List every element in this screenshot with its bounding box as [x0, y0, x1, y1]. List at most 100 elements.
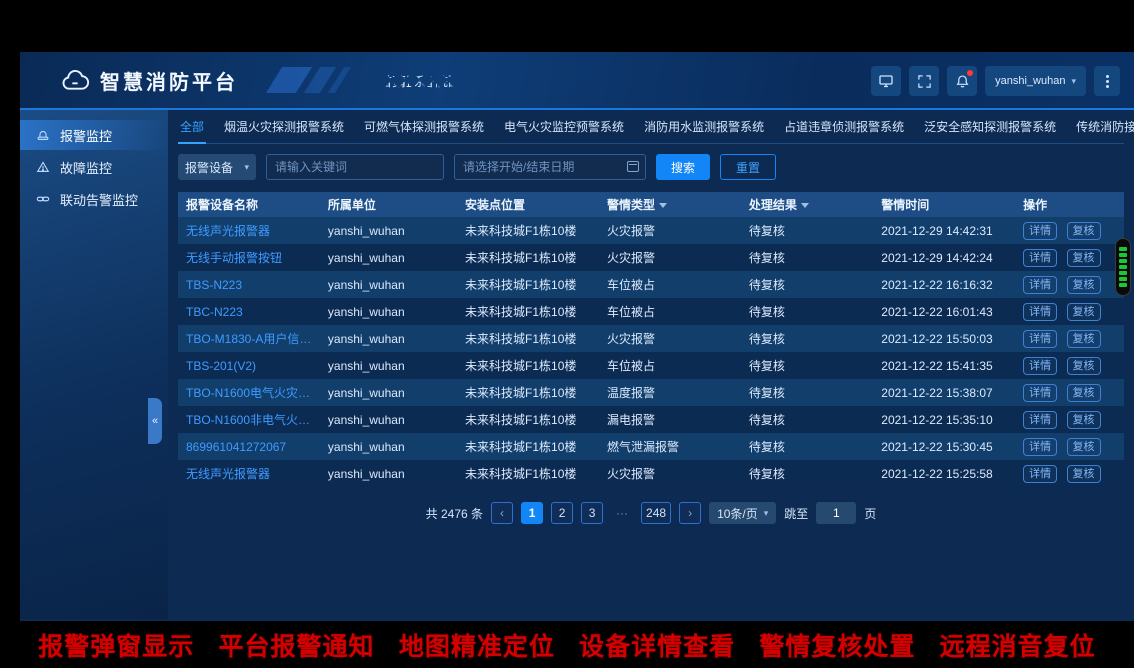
- notifications-button[interactable]: [947, 66, 977, 96]
- detail-button[interactable]: 详情: [1023, 357, 1057, 375]
- page-button[interactable]: 248: [641, 502, 671, 524]
- monitor-icon: [878, 73, 894, 89]
- app-header: 智慧消防平台 首页: [20, 52, 1134, 110]
- sidebar-item-fault-monitor[interactable]: 故障监控: [20, 152, 168, 182]
- category-select[interactable]: 报警设备 ▾: [178, 154, 256, 180]
- col-device-name: 报警设备名称: [178, 192, 320, 217]
- device-name-link[interactable]: TBS-N223: [178, 271, 320, 298]
- tab[interactable]: 全部: [178, 118, 206, 143]
- result-cell: 待复核: [741, 325, 873, 352]
- location-cell: 未来科技城F1栋10楼: [457, 406, 599, 433]
- chevron-down-icon: ▾: [764, 508, 769, 519]
- tab[interactable]: 消防用水监测报警系统: [642, 118, 766, 143]
- detail-button[interactable]: 详情: [1023, 249, 1057, 267]
- tab[interactable]: 占道违章侦测报警系统: [782, 118, 906, 143]
- cloud-logo-icon: [60, 68, 90, 92]
- review-button[interactable]: 复核: [1067, 249, 1101, 267]
- sidebar-item-linkage-monitor[interactable]: 联动告警监控: [20, 184, 168, 214]
- col-result[interactable]: 处理结果: [741, 192, 873, 217]
- alarm-type-cell: 火灾报警: [599, 460, 741, 487]
- detail-button[interactable]: 详情: [1023, 438, 1057, 456]
- table-row: TBC-N223 yanshi_wuhan 未来科技城F1栋10楼 车位被占 待…: [178, 298, 1124, 325]
- actions-cell: 详情 复核: [1015, 298, 1124, 325]
- jump-suffix-label: 页: [864, 505, 876, 522]
- detail-button[interactable]: 详情: [1023, 465, 1057, 483]
- device-name-link[interactable]: 无线声光报警器: [178, 460, 320, 487]
- review-button[interactable]: 复核: [1067, 411, 1101, 429]
- review-button[interactable]: 复核: [1067, 222, 1101, 240]
- review-button[interactable]: 复核: [1067, 276, 1101, 294]
- big-screen-button[interactable]: [871, 66, 901, 96]
- sidebar-item-label: 报警监控: [60, 126, 112, 145]
- page-button[interactable]: 2: [551, 502, 573, 524]
- review-button[interactable]: 复核: [1067, 438, 1101, 456]
- tab-label: 可燃气体探测报警系统: [364, 120, 484, 134]
- result-cell: 待复核: [741, 244, 873, 271]
- footer-caption: 地图精准定位: [399, 627, 555, 663]
- tab-label: 泛安全感知探测报警系统: [924, 120, 1056, 134]
- page-button[interactable]: ···: [611, 502, 633, 524]
- actions-cell: 详情 复核: [1015, 325, 1124, 352]
- col-location: 安装点位置: [457, 192, 599, 217]
- device-name-link[interactable]: TBO-M1830-A用户信息传输系统(外部件): [178, 325, 320, 352]
- detail-button[interactable]: 详情: [1023, 276, 1057, 294]
- tab[interactable]: 传统消防接入报警系统: [1074, 118, 1134, 143]
- review-button[interactable]: 复核: [1067, 303, 1101, 321]
- sidebar-collapse-handle[interactable]: «: [148, 398, 162, 444]
- filter-icon[interactable]: [659, 203, 667, 208]
- tab[interactable]: 泛安全感知探测报警系统: [922, 118, 1058, 143]
- tab[interactable]: 电气火灾监控预警系统: [502, 118, 626, 143]
- footer-caption: 报警弹窗显示: [38, 627, 194, 663]
- device-name-link[interactable]: TBC-N223: [178, 298, 320, 325]
- decorative-slashes: [266, 67, 351, 93]
- location-cell: 未来科技城F1栋10楼: [457, 379, 599, 406]
- device-name-link[interactable]: TBS-201(V2): [178, 352, 320, 379]
- sidebar-item-label: 故障监控: [60, 158, 112, 177]
- review-button[interactable]: 复核: [1067, 330, 1101, 348]
- date-range-input[interactable]: [454, 154, 646, 180]
- device-name-link[interactable]: TBO-N1600非电气火灾探测器-1: [178, 406, 320, 433]
- tab[interactable]: 烟温火灾探测报警系统: [222, 118, 346, 143]
- table-row: 无线声光报警器 yanshi_wuhan 未来科技城F1栋10楼 火灾报警 待复…: [178, 217, 1124, 244]
- filter-icon[interactable]: [801, 203, 809, 208]
- sidebar: 报警监控 故障监控 联动告警监控: [20, 110, 168, 619]
- search-button[interactable]: 搜索: [656, 154, 710, 180]
- page-button[interactable]: 3: [581, 502, 603, 524]
- keyword-input[interactable]: [266, 154, 444, 180]
- review-button[interactable]: 复核: [1067, 465, 1101, 483]
- sidebar-item-alarm-monitor[interactable]: 报警监控: [20, 120, 168, 150]
- detail-button[interactable]: 详情: [1023, 330, 1057, 348]
- prev-page-button[interactable]: ‹: [491, 502, 513, 524]
- kebab-icon: [1106, 75, 1109, 88]
- page-list: 1 2 3 ··· 248: [521, 502, 671, 524]
- review-button[interactable]: 复核: [1067, 357, 1101, 375]
- detail-button[interactable]: 详情: [1023, 303, 1057, 321]
- col-alarm-type[interactable]: 警情类型: [599, 192, 741, 217]
- org-cell: yanshi_wuhan: [320, 406, 457, 433]
- device-name-link[interactable]: 无线手动报警按钮: [178, 244, 320, 271]
- org-cell: yanshi_wuhan: [320, 298, 457, 325]
- reset-button[interactable]: 重置: [720, 154, 776, 180]
- actions-cell: 详情 复核: [1015, 271, 1124, 298]
- fullscreen-button[interactable]: [909, 66, 939, 96]
- page-size-select[interactable]: 10条/页 ▾: [709, 502, 776, 524]
- detail-button[interactable]: 详情: [1023, 222, 1057, 240]
- device-name-link[interactable]: 无线声光报警器: [178, 217, 320, 244]
- more-menu-button[interactable]: [1094, 66, 1120, 96]
- link-icon: [36, 192, 50, 206]
- table-row: TBO-N1600非电气火灾探测器-1 yanshi_wuhan 未来科技城F1…: [178, 406, 1124, 433]
- org-cell: yanshi_wuhan: [320, 352, 457, 379]
- device-name-link[interactable]: 869961041272067: [178, 433, 320, 460]
- table-row: TBS-N223 yanshi_wuhan 未来科技城F1栋10楼 车位被占 待…: [178, 271, 1124, 298]
- detail-button[interactable]: 详情: [1023, 411, 1057, 429]
- jump-page-input[interactable]: [816, 502, 856, 524]
- user-menu[interactable]: yanshi_wuhan ▾: [985, 66, 1086, 96]
- actions-cell: 详情 复核: [1015, 244, 1124, 271]
- page-button[interactable]: 1: [521, 502, 543, 524]
- siren-icon: [36, 128, 50, 142]
- tab[interactable]: 可燃气体探测报警系统: [362, 118, 486, 143]
- device-name-link[interactable]: TBO-N1600电气火灾探测器-1: [178, 379, 320, 406]
- next-page-button[interactable]: ›: [679, 502, 701, 524]
- detail-button[interactable]: 详情: [1023, 384, 1057, 402]
- review-button[interactable]: 复核: [1067, 384, 1101, 402]
